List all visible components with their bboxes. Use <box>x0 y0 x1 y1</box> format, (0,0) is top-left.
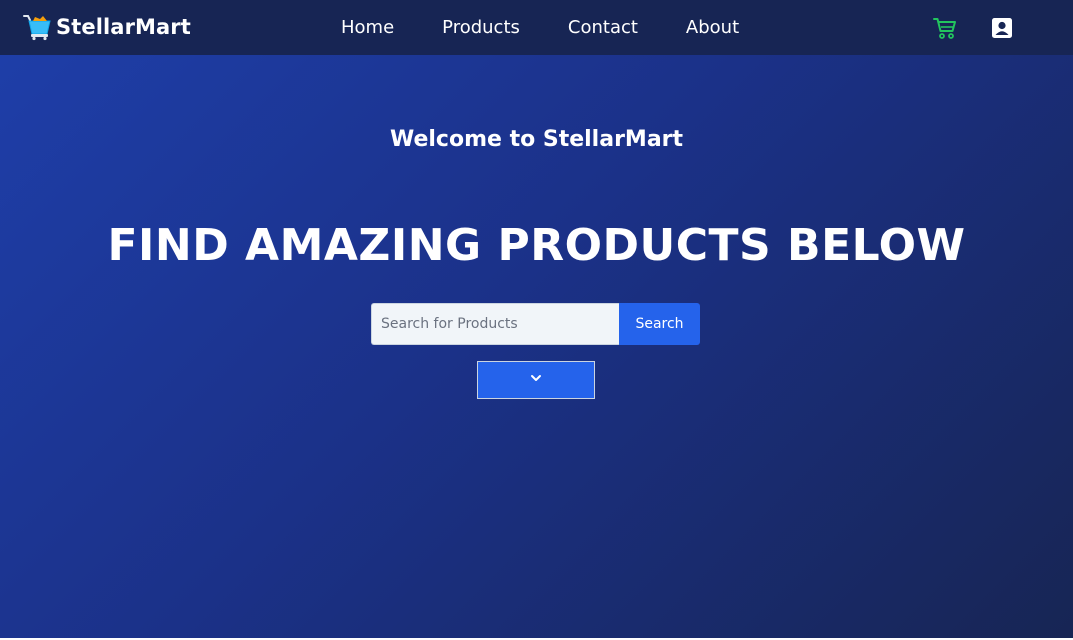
hero-section: Welcome to StellarMart FIND AMAZING PROD… <box>0 55 1073 638</box>
category-dropdown-toggle[interactable] <box>477 361 595 399</box>
chevron-down-icon <box>530 368 542 381</box>
nav-link-home[interactable]: Home <box>341 14 394 42</box>
search-form: Search <box>371 303 700 345</box>
top-navbar: StellarMart Home Products Contact About <box>0 0 1073 55</box>
user-account-icon[interactable] <box>990 16 1014 40</box>
search-input[interactable] <box>371 303 619 345</box>
main-nav: Home Products Contact About <box>341 14 739 42</box>
nav-link-about[interactable]: About <box>686 14 739 42</box>
search-button[interactable]: Search <box>619 303 700 345</box>
welcome-heading: Welcome to StellarMart <box>389 127 684 152</box>
hero-headline: FIND AMAZING PRODUCTS BELOW <box>107 220 966 271</box>
shopping-basket-logo-icon <box>21 13 53 41</box>
brand-home-link[interactable]: StellarMart <box>21 12 191 42</box>
shopping-cart-icon[interactable] <box>932 16 958 40</box>
nav-link-contact[interactable]: Contact <box>568 14 638 42</box>
nav-link-products[interactable]: Products <box>442 14 520 42</box>
brand-name: StellarMart <box>56 15 191 39</box>
